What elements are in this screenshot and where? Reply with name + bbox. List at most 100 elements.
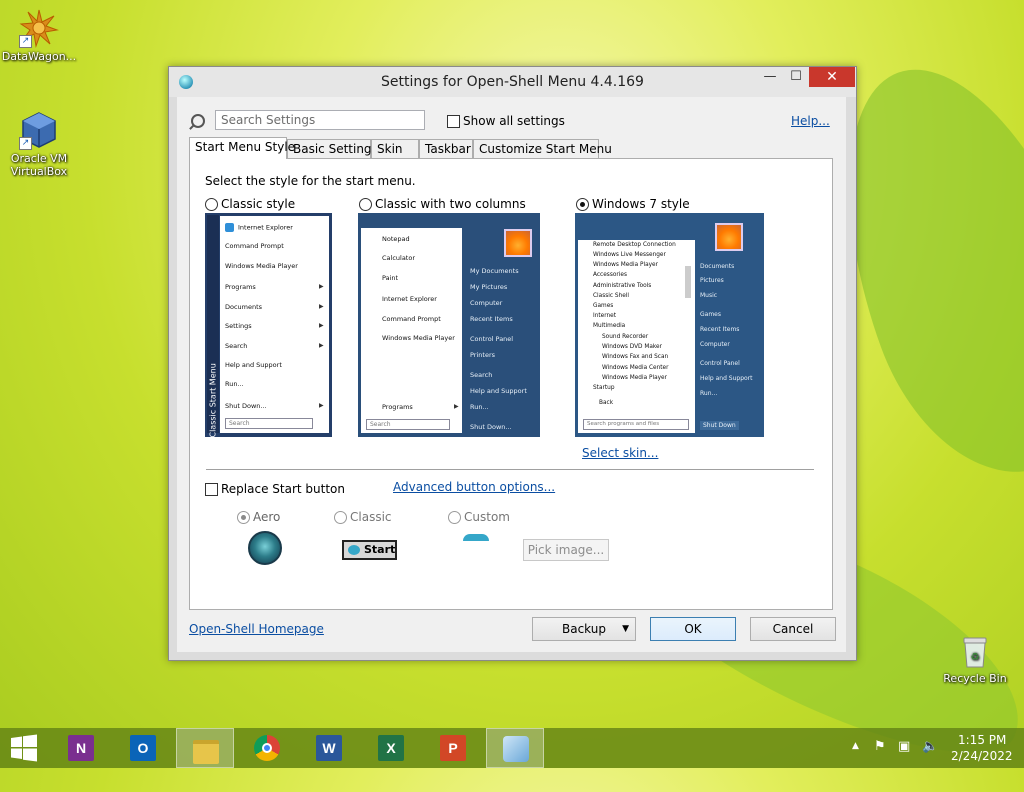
two-col-item: Windows Media Player xyxy=(382,334,455,342)
backup-button[interactable]: Backup ▼ xyxy=(532,617,636,641)
outlook-icon: O xyxy=(130,735,156,761)
action-center-flag-icon[interactable]: ⚑ xyxy=(874,739,886,754)
tab-start-menu-style[interactable]: Start Menu Style xyxy=(189,137,295,159)
replace-start-button-label: Replace Start button xyxy=(221,482,345,496)
desktop-icon-virtualbox[interactable]: ↗ Oracle VM VirtualBox xyxy=(1,110,77,178)
win7-right-item: Recent Items xyxy=(700,326,740,333)
select-skin-link[interactable]: Select skin... xyxy=(582,446,658,460)
recycle-bin-icon: ♻ xyxy=(963,637,987,668)
tab-basic-settings[interactable]: Basic Settings xyxy=(287,139,378,158)
advanced-button-options-link[interactable]: Advanced button options... xyxy=(393,480,555,494)
help-link[interactable]: Help... xyxy=(791,114,830,128)
replace-start-button-checkbox[interactable] xyxy=(205,483,218,496)
windows7-style-preview[interactable]: Remote Desktop Connection Windows Live M… xyxy=(575,213,764,437)
maximize-button[interactable]: ☐ xyxy=(783,67,809,87)
win7-item: Administrative Tools xyxy=(593,283,652,289)
win7-item: Remote Desktop Connection xyxy=(593,242,676,248)
tab-taskbar[interactable]: Taskbar xyxy=(419,139,473,158)
win7-right-item: Pictures xyxy=(700,277,724,284)
two-col-item: Paint xyxy=(382,274,399,282)
close-button[interactable]: ✕ xyxy=(809,67,855,87)
classic-style-preview[interactable]: Classic Start Menu Internet Explorer Com… xyxy=(205,213,332,437)
taskbar-powerpoint[interactable]: P xyxy=(424,728,482,768)
classic-item: Command Prompt xyxy=(225,242,284,250)
win7-right-item: Run... xyxy=(700,390,718,397)
tab-content: Select the style for the start menu. Cla… xyxy=(189,158,833,610)
desktop-icon-recycle-bin[interactable]: ♻ Recycle Bin xyxy=(937,630,1013,685)
dropdown-arrow-icon: ▼ xyxy=(622,624,629,634)
user-avatar xyxy=(504,229,532,257)
classic-start-button-preview: Start xyxy=(342,540,397,560)
classic-side-text: Classic Start Menu xyxy=(208,363,218,437)
excel-icon: X xyxy=(378,735,404,761)
search-icon xyxy=(191,114,205,128)
classic-item: Windows Media Player xyxy=(225,262,298,270)
two-col-right-item: Shut Down... xyxy=(470,423,512,431)
backup-label: Backup xyxy=(562,622,606,636)
taskbar-word[interactable]: W xyxy=(300,728,358,768)
submenu-arrow-icon: ▶ xyxy=(454,403,459,410)
taskbar-outlook[interactable]: O xyxy=(114,728,172,768)
submenu-arrow-icon: ▶ xyxy=(319,303,324,310)
aero-radio[interactable] xyxy=(237,511,250,524)
open-shell-homepage-link[interactable]: Open-Shell Homepage xyxy=(189,622,324,636)
start-button[interactable] xyxy=(0,728,48,768)
two-columns-radio[interactable] xyxy=(359,198,372,211)
show-hidden-icons-icon[interactable]: ▲ xyxy=(852,741,859,751)
two-columns-preview[interactable]: Notepad Calculator Paint Internet Explor… xyxy=(358,213,540,437)
word-icon: W xyxy=(316,735,342,761)
submenu-arrow-icon: ▶ xyxy=(319,402,324,409)
win7-search-box: Search programs and files xyxy=(583,419,689,430)
win7-item: Windows Live Messenger xyxy=(593,252,666,258)
classic-start-label: Start xyxy=(364,543,396,556)
desktop-icon-datawagon[interactable]: ↗ DataWagon... xyxy=(1,8,77,63)
taskbar: N O W X P ▲ ⚑ ▣ 🔈 1:15 PM 2/24/2022 xyxy=(0,728,1024,768)
cancel-button[interactable]: Cancel xyxy=(750,617,836,641)
taskbar-excel[interactable]: X xyxy=(362,728,420,768)
windows-logo-icon xyxy=(11,734,37,762)
taskbar-file-explorer[interactable] xyxy=(176,728,234,768)
two-columns-label[interactable]: Classic with two columns xyxy=(375,197,526,211)
svg-text:♻: ♻ xyxy=(971,652,980,663)
clock-date[interactable]: 2/24/2022 xyxy=(951,749,1013,763)
pick-image-button[interactable]: Pick image... xyxy=(523,539,609,561)
two-col-right-item: Search xyxy=(470,371,493,379)
desktop-icon-label: DataWagon... xyxy=(1,50,77,63)
taskbar-settings-app[interactable] xyxy=(486,728,544,768)
custom-radio[interactable] xyxy=(448,511,461,524)
chrome-icon xyxy=(254,735,280,761)
taskbar-onenote[interactable]: N xyxy=(52,728,110,768)
classic-style-radio[interactable] xyxy=(205,198,218,211)
win7-right-item: Documents xyxy=(700,263,735,270)
clock-time[interactable]: 1:15 PM xyxy=(958,733,1006,747)
classic-style-label[interactable]: Classic style xyxy=(221,197,295,211)
show-all-settings-label: Show all settings xyxy=(463,114,565,128)
classic-item: Search xyxy=(225,342,248,350)
windows7-style-label[interactable]: Windows 7 style xyxy=(592,197,690,211)
taskbar-chrome[interactable] xyxy=(238,728,296,768)
search-settings-input[interactable] xyxy=(215,110,425,130)
classic-radio[interactable] xyxy=(334,511,347,524)
tab-skin[interactable]: Skin xyxy=(371,139,419,158)
submenu-arrow-icon: ▶ xyxy=(319,283,324,290)
two-col-item: Calculator xyxy=(382,254,416,262)
win7-item: Internet xyxy=(593,313,617,319)
win7-right-item: Games xyxy=(700,311,721,318)
two-col-right-item: Computer xyxy=(470,299,503,307)
minimize-button[interactable]: — xyxy=(757,67,783,87)
volume-muted-icon[interactable]: 🔈 xyxy=(922,739,938,754)
onenote-icon: N xyxy=(68,735,94,761)
win7-right-item: Computer xyxy=(700,341,730,348)
settings-window: Settings for Open-Shell Menu 4.4.169 — ☐… xyxy=(168,66,857,661)
classic-item: Documents xyxy=(225,303,263,311)
win7-item: Classic Shell xyxy=(593,293,630,299)
show-all-settings-checkbox[interactable] xyxy=(447,115,460,128)
window-titlebar[interactable]: Settings for Open-Shell Menu 4.4.169 — ☐… xyxy=(169,67,856,97)
ok-button[interactable]: OK xyxy=(650,617,736,641)
tab-customize-start-menu[interactable]: Customize Start Menu xyxy=(473,139,612,158)
network-icon[interactable]: ▣ xyxy=(898,739,910,754)
two-col-right-item: My Pictures xyxy=(470,283,508,291)
win7-item: Startup xyxy=(593,385,615,391)
windows7-style-radio[interactable] xyxy=(576,198,589,211)
win7-item: Windows Media Player xyxy=(593,262,659,268)
